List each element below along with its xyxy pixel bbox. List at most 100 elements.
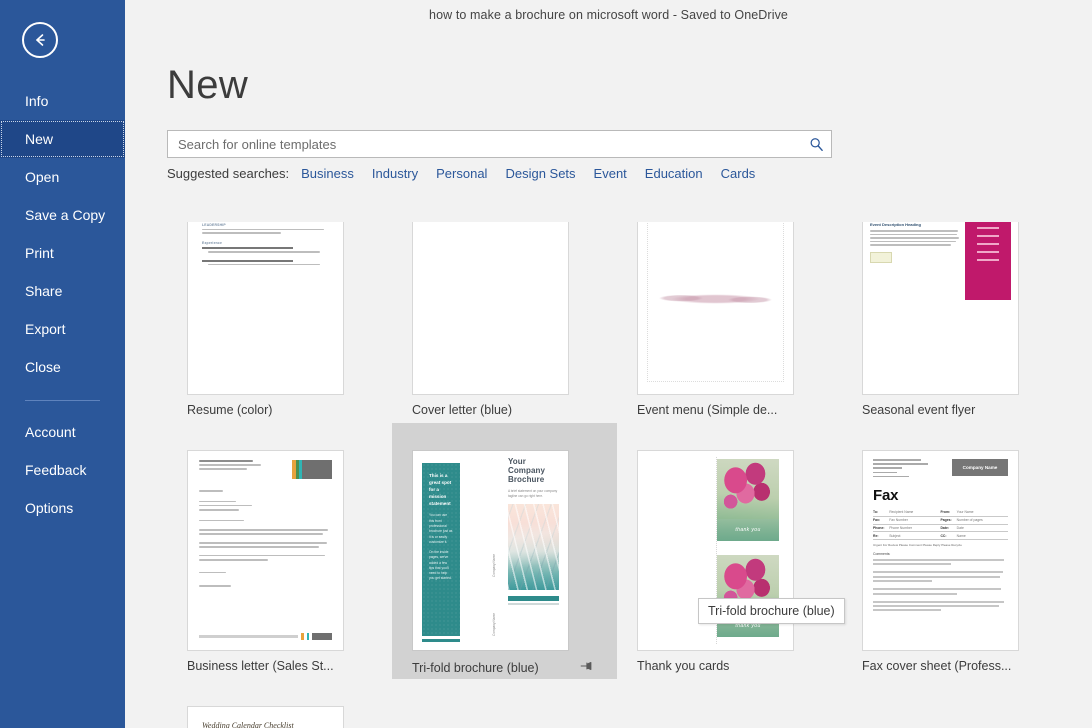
template-thumbnail: [412, 222, 569, 395]
sidebar-item-share[interactable]: Share: [0, 272, 125, 310]
brochure-cover-image: [508, 504, 559, 590]
fax-field-value: Date: [957, 524, 1008, 532]
suggested-link-business[interactable]: Business: [301, 166, 354, 181]
sidebar-item-feedback[interactable]: Feedback: [0, 451, 125, 489]
brochure-address-text: Company Name: [492, 613, 498, 636]
template-label-row: Thank you cards: [637, 659, 820, 673]
template-card-resume-color[interactable]: COMMUNICATION LEADERSHIP Experience: [167, 222, 392, 423]
backstage-main: how to make a brochure on microsoft word…: [125, 0, 1092, 728]
fax-thumbnail-content: Company Name Fax To:Recipient NameFrom:Y…: [863, 451, 1018, 650]
pin-icon[interactable]: [579, 659, 595, 676]
sidebar-item-label: Share: [25, 283, 62, 299]
sidebar-item-label: Options: [25, 500, 73, 516]
fax-field-key: To:: [873, 509, 889, 516]
back-button[interactable]: [22, 22, 58, 58]
template-card-tri-fold-brochure-blue[interactable]: This is a great spot for a mission state…: [392, 423, 617, 679]
fax-checkbox-row: Urgent For Review Please Comment Please …: [873, 543, 1008, 547]
template-thumbnail: [637, 222, 794, 395]
fax-field-value: Number of pages: [957, 516, 1008, 524]
template-label: Fax cover sheet (Profess...: [862, 659, 1045, 673]
sidebar-item-label: Close: [25, 359, 61, 375]
template-tooltip: Tri-fold brochure (blue): [698, 598, 845, 624]
sidebar-item-save-a-copy[interactable]: Save a Copy: [0, 196, 125, 234]
fax-field-value: Your Name: [957, 509, 1008, 516]
fax-field-key: Pages:: [940, 516, 956, 524]
template-thumbnail: This is a great spot for a mission state…: [412, 450, 569, 651]
template-label: Resume (color): [187, 403, 370, 417]
floral-swash: [654, 291, 777, 307]
sidebar-item-info[interactable]: Info: [0, 82, 125, 120]
template-gallery[interactable]: COMMUNICATION LEADERSHIP Experience: [125, 222, 1092, 728]
sidebar-item-open[interactable]: Open: [0, 158, 125, 196]
template-card-fax-cover-sheet[interactable]: Company Name Fax To:Recipient NameFrom:Y…: [842, 423, 1067, 679]
mission-body: You can use this front professional broc…: [429, 513, 453, 545]
window-title: how to make a brochure on microsoft word…: [125, 8, 1092, 22]
sidebar-nav: Info New Open Save a Copy Print Share Ex…: [0, 82, 125, 527]
thank-you-caption: thank you: [735, 527, 760, 533]
brochure-spine-text: Company Name: [492, 554, 498, 577]
template-card-cover-letter-blue[interactable]: Cover letter (blue): [392, 222, 617, 423]
search-input[interactable]: [168, 131, 801, 157]
template-thumbnail: COMMUNICATION LEADERSHIP Experience: [187, 222, 344, 395]
fax-field-key: Fax:: [873, 516, 889, 524]
template-card-wedding-calendar-checklist[interactable]: Wedding Calendar Checklist: [167, 679, 392, 728]
sidebar-item-label: Print: [25, 245, 54, 261]
fax-field-value: Fax Number: [889, 516, 940, 524]
suggested-link-industry[interactable]: Industry: [372, 166, 418, 181]
template-thumbnail: Wedding Calendar Checklist: [187, 706, 344, 728]
template-label: Cover letter (blue): [412, 403, 595, 417]
fax-field-value: Name: [957, 532, 1008, 540]
template-thumbnail: Company Name Fax To:Recipient NameFrom:Y…: [862, 450, 1019, 651]
template-thumbnail: TITLE HERE Event Description Heading: [862, 222, 1019, 395]
sidebar-item-account[interactable]: Account: [0, 413, 125, 451]
fax-field-key: From:: [940, 509, 956, 516]
sidebar-item-label: Export: [25, 321, 65, 337]
template-label-row: Seasonal event flyer: [862, 403, 1045, 417]
template-label-row: Event menu (Simple de...: [637, 403, 820, 417]
template-card-event-menu[interactable]: Event menu (Simple de...: [617, 222, 842, 423]
fax-field-key: Phone:: [873, 524, 889, 532]
sidebar-item-label: Feedback: [25, 462, 86, 478]
sidebar-divider: [25, 400, 100, 401]
fax-field-value: Recipient Name: [889, 509, 940, 516]
suggested-link-cards[interactable]: Cards: [721, 166, 756, 181]
fax-company-box: Company Name: [952, 459, 1008, 476]
brochure-cover-title: Your Company Brochure: [508, 457, 559, 485]
template-label-row: Fax cover sheet (Profess...: [862, 659, 1045, 673]
template-label: Business letter (Sales St...: [187, 659, 370, 673]
sidebar-item-close[interactable]: Close: [0, 348, 125, 386]
sidebar-item-export[interactable]: Export: [0, 310, 125, 348]
fax-field-table: To:Recipient NameFrom:Your Name Fax:Fax …: [873, 509, 1008, 540]
template-card-seasonal-event-flyer[interactable]: TITLE HERE Event Description Heading: [842, 222, 1067, 423]
template-label-row: Tri-fold brochure (blue): [412, 659, 595, 676]
template-card-business-letter[interactable]: Business letter (Sales St...: [167, 423, 392, 679]
search-button[interactable]: [801, 131, 831, 157]
event-menu-thumbnail-content: [638, 222, 793, 394]
search-bar: [167, 130, 832, 158]
brochure-thumbnail-content: This is a great spot for a mission state…: [413, 451, 568, 650]
letterhead-color-bars: [292, 460, 332, 479]
template-label: Event menu (Simple de...: [637, 403, 820, 417]
sidebar-item-label: Info: [25, 93, 48, 109]
resume-section-heading: Experience: [202, 241, 329, 245]
template-label: Seasonal event flyer: [862, 403, 1045, 417]
suggested-link-event[interactable]: Event: [594, 166, 627, 181]
sidebar-item-label: New: [25, 131, 53, 147]
suggested-link-personal[interactable]: Personal: [436, 166, 487, 181]
resume-section-heading: LEADERSHIP: [202, 223, 329, 227]
pin-icon-glyph: [579, 659, 593, 673]
wedding-thumbnail-content: Wedding Calendar Checklist: [188, 707, 343, 728]
sidebar-item-new[interactable]: New: [0, 120, 125, 158]
template-card-thank-you-cards[interactable]: thank you thank you Thank you cards: [617, 423, 842, 679]
suggested-link-education[interactable]: Education: [645, 166, 703, 181]
sidebar-item-label: Save a Copy: [25, 207, 105, 223]
sidebar-item-print[interactable]: Print: [0, 234, 125, 272]
search-icon: [809, 137, 824, 152]
suggested-link-design-sets[interactable]: Design Sets: [505, 166, 575, 181]
business-letter-thumbnail-content: [188, 451, 343, 650]
flyer-thumbnail-content: TITLE HERE Event Description Heading: [863, 222, 1018, 394]
brochure-cover-subtitle: A brief statement on your company taglin…: [508, 489, 559, 500]
fax-field-key: CC:: [940, 532, 956, 540]
sidebar-item-label: Account: [25, 424, 76, 440]
sidebar-item-options[interactable]: Options: [0, 489, 125, 527]
